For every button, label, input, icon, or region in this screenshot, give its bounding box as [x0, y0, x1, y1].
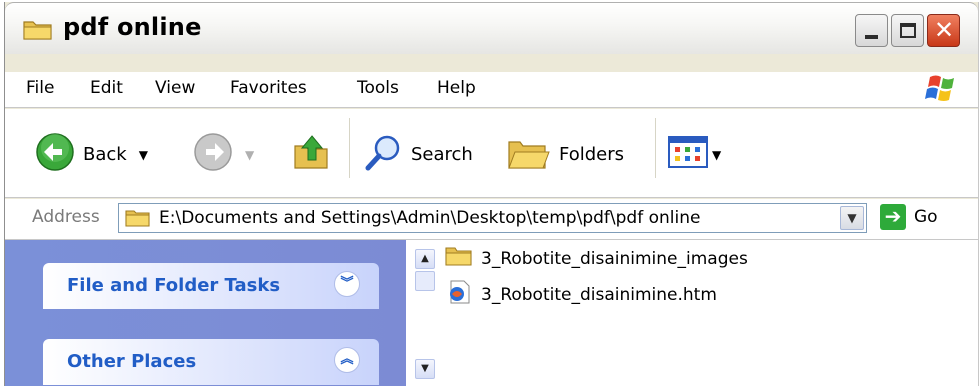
scroll-down-button[interactable]: ▼ [415, 359, 435, 379]
go-arrow-icon: ➔ [880, 204, 906, 230]
close-button[interactable]: ✕ [927, 14, 960, 47]
scrollbar-thumb[interactable] [415, 271, 435, 291]
minimize-icon [865, 35, 878, 39]
file-and-folder-tasks-header[interactable]: File and Folder Tasks ︾ [43, 263, 379, 309]
search-icon [363, 132, 403, 177]
maximize-icon [900, 23, 916, 38]
folder-icon [23, 17, 53, 46]
menu-file[interactable]: File [26, 78, 54, 98]
menu-favorites[interactable]: Favorites [230, 78, 307, 98]
file-name: 3_Robotite_disainimine_images [481, 248, 748, 269]
up-folder-icon [292, 132, 332, 177]
task-pane: File and Folder Tasks ︾ Other Places ︽ [5, 240, 406, 386]
toolbar-separator [349, 118, 351, 178]
chevron-double-down-icon[interactable]: ︾ [334, 271, 360, 297]
address-dropdown-button[interactable]: ▼ [840, 206, 864, 230]
list-item[interactable]: 3_Robotite_disainimine_images [445, 245, 748, 272]
file-name: 3_Robotite_disainimine.htm [481, 284, 717, 305]
address-value: E:\Documents and Settings\Admin\Desktop\… [159, 208, 701, 228]
chevron-double-up-icon[interactable]: ︽ [334, 347, 360, 373]
go-button[interactable]: ➔ Go [880, 204, 938, 230]
address-input[interactable]: E:\Documents and Settings\Admin\Desktop\… [118, 203, 867, 233]
back-button[interactable]: Back ▼ [35, 132, 148, 177]
panel-title: Other Places [67, 351, 197, 372]
chevron-down-icon[interactable]: ▼ [139, 148, 148, 162]
forward-arrow-icon [193, 132, 233, 177]
menu-bar: File Edit View Favorites Tools Help [5, 72, 978, 108]
title-bar[interactable]: pdf online ✕ [5, 2, 978, 54]
folders-button[interactable]: Folders [507, 132, 624, 177]
toolbar-separator [655, 118, 657, 178]
maximize-button[interactable] [891, 14, 924, 47]
back-arrow-icon [35, 132, 75, 177]
menu-edit[interactable]: Edit [90, 78, 123, 98]
close-icon: ✕ [934, 16, 955, 44]
search-label: Search [411, 144, 473, 165]
folder-icon [125, 208, 151, 233]
chevron-down-icon[interactable]: ▼ [245, 148, 254, 162]
address-bar: Address E:\Documents and Settings\Admin\… [5, 199, 978, 240]
folder-icon [445, 245, 473, 272]
window-title: pdf online [63, 13, 202, 41]
html-document-icon [445, 280, 473, 309]
windows-logo-icon [922, 71, 962, 107]
explorer-window: pdf online ✕ File Edit View Favorites To… [4, 2, 979, 386]
back-label: Back [83, 144, 127, 165]
chevron-down-icon[interactable]: ▼ [712, 148, 721, 162]
views-icon [668, 136, 708, 173]
search-button[interactable]: Search [363, 132, 473, 177]
scroll-up-button[interactable]: ▲ [415, 249, 435, 269]
folders-label: Folders [559, 144, 625, 165]
address-label: Address [32, 207, 100, 227]
folders-icon [507, 132, 551, 177]
menu-help[interactable]: Help [437, 78, 476, 98]
views-button[interactable]: ▼ [668, 136, 721, 173]
panel-title: File and Folder Tasks [67, 275, 281, 296]
menu-view[interactable]: View [155, 78, 195, 98]
menu-tools[interactable]: Tools [357, 78, 399, 98]
standard-toolbar: Back ▼ ▼ Search Folders ▼ [5, 109, 978, 198]
up-folder-button[interactable] [292, 132, 332, 177]
go-label: Go [914, 207, 938, 227]
other-places-header[interactable]: Other Places ︽ [43, 339, 379, 385]
minimize-button[interactable] [855, 14, 888, 47]
list-item[interactable]: 3_Robotite_disainimine.htm [445, 280, 717, 309]
forward-button[interactable]: ▼ [193, 132, 254, 177]
